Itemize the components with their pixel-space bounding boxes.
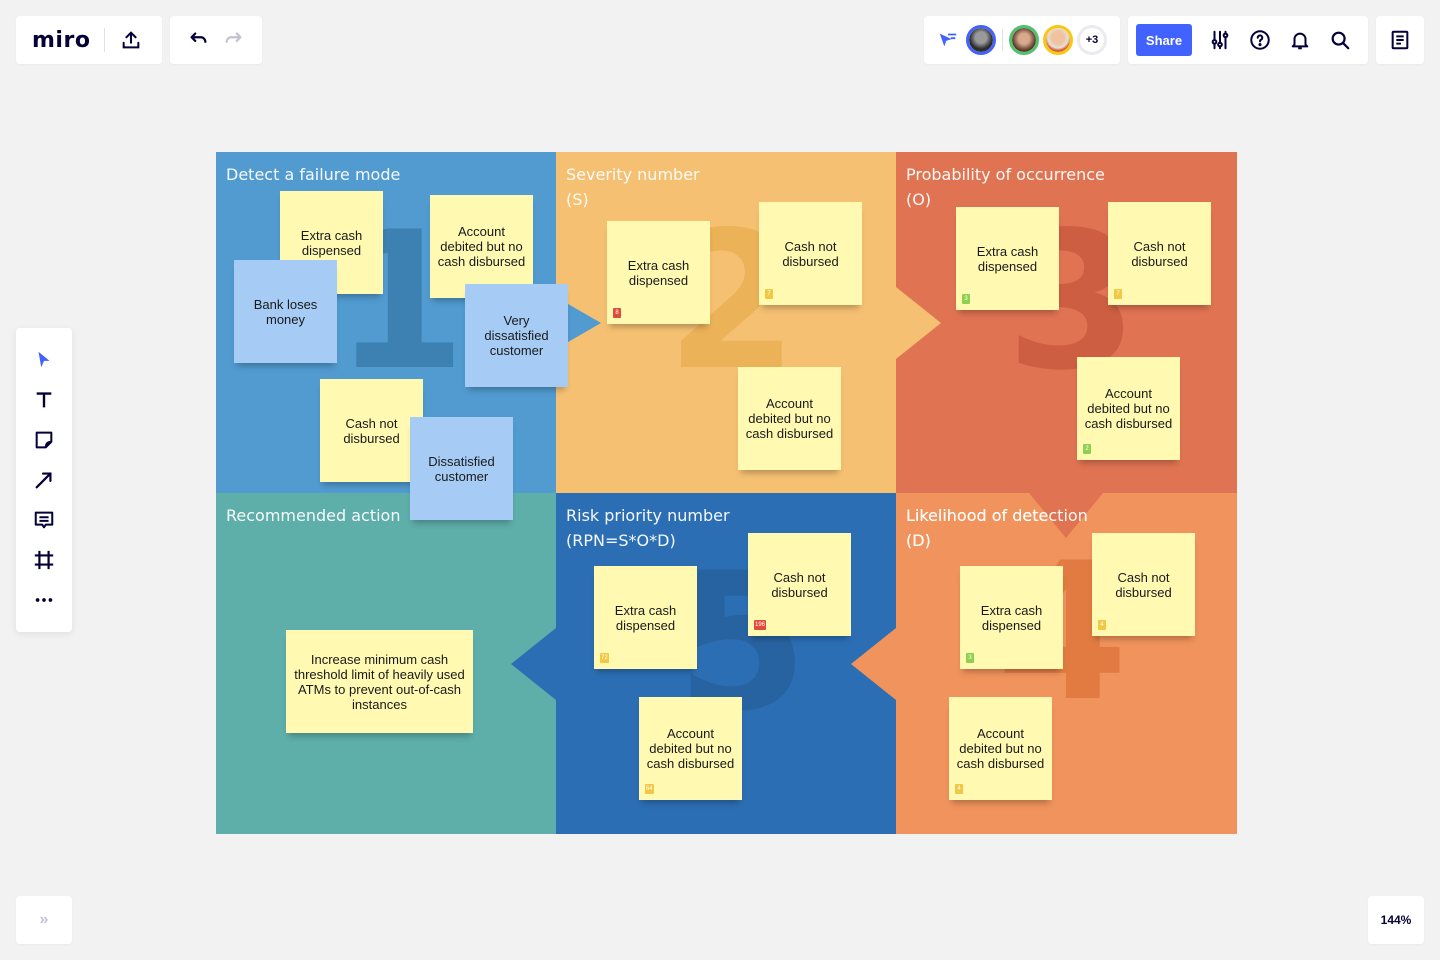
connection-line-tool[interactable]	[28, 464, 60, 496]
quadrant-title: Risk priority number (RPN=S*O*D)	[566, 506, 730, 550]
score-badge: 7	[1114, 289, 1122, 299]
collaborator-avatar[interactable]	[1043, 25, 1073, 55]
fmea-board: 1 Detect a failure mode 2 Severity numbe…	[216, 152, 1237, 834]
collaborator-avatar[interactable]	[1009, 25, 1039, 55]
expand-panel-button[interactable]: »	[16, 896, 72, 944]
search-icon	[1331, 31, 1350, 50]
bell-icon	[1291, 32, 1309, 50]
score-badge: 3	[966, 653, 974, 663]
score-badge: 4	[1098, 620, 1106, 630]
undo-icon	[190, 32, 207, 43]
cursor-icon	[38, 351, 50, 368]
help-icon	[1250, 30, 1270, 50]
redo-button[interactable]	[218, 24, 250, 56]
score-badge: 64	[645, 784, 654, 794]
score-badge: 4	[955, 784, 963, 794]
sticky-note[interactable]: Account debited but no cash disbursed	[430, 195, 533, 298]
sticky-note[interactable]: Cash not disbursed 4	[1092, 533, 1195, 636]
redo-icon	[225, 32, 242, 43]
quadrant-title: Severity number (S)	[566, 165, 700, 209]
sticky-note[interactable]: Dissatisfied customer	[410, 417, 513, 520]
flow-arrow-right	[896, 287, 941, 359]
sticky-note-tool[interactable]	[28, 424, 60, 456]
text-icon	[36, 392, 52, 408]
sticky-note[interactable]: Extra cash dispensed 72	[594, 566, 697, 669]
score-badge: 2	[1083, 444, 1091, 454]
score-badge: 3	[962, 294, 970, 304]
double-chevron-right-icon: »	[39, 911, 49, 928]
sticky-note[interactable]: Cash not disbursed 7	[1108, 202, 1211, 305]
sliders-icon	[1211, 30, 1229, 50]
sticky-note[interactable]: Cash not disbursed	[320, 379, 423, 482]
help-button[interactable]	[1244, 24, 1276, 56]
comment-icon	[34, 511, 54, 529]
flow-arrow-left	[511, 628, 556, 700]
sticky-note[interactable]: Extra cash dispensed 3	[960, 566, 1063, 669]
quadrant-title: Recommended action	[226, 506, 401, 525]
cursors-toggle-button[interactable]	[934, 24, 962, 56]
score-badge: 7	[765, 289, 773, 299]
sticky-note[interactable]: Account debited but no cash disbursed	[738, 367, 841, 470]
divider	[104, 28, 106, 52]
score-badge: 196	[754, 620, 767, 630]
sticky-note[interactable]: Account debited but no cash disbursed 64	[639, 697, 742, 800]
sticky-note[interactable]: Increase minimum cash threshold limit of…	[286, 630, 473, 733]
export-button[interactable]	[115, 24, 147, 56]
comment-tool[interactable]	[28, 504, 60, 536]
zoom-level-button[interactable]: 144%	[1368, 896, 1424, 944]
sticky-note-icon	[35, 431, 53, 449]
notes-panel	[1376, 16, 1424, 64]
sticky-note[interactable]: Account debited but no cash disbursed 2	[1077, 357, 1180, 460]
sticky-note[interactable]: Cash not disbursed 7	[759, 202, 862, 305]
quadrant-title: Probability of occurrence (O)	[906, 165, 1105, 209]
sticky-note[interactable]: Cash not disbursed 196	[748, 533, 851, 636]
document-icon	[1391, 30, 1409, 50]
miro-logo[interactable]: miro	[32, 28, 90, 53]
collaborators-panel: +3	[924, 16, 1120, 64]
text-tool[interactable]	[28, 384, 60, 416]
zoom-level-text: 144%	[1380, 913, 1412, 927]
settings-button[interactable]	[1204, 24, 1236, 56]
board-notes-button[interactable]	[1384, 24, 1416, 56]
quadrant-title: Detect a failure mode	[226, 165, 401, 184]
sticky-note[interactable]: Very dissatisfied customer	[465, 284, 568, 387]
history-panel	[170, 16, 262, 64]
board-tools-panel: Share	[1128, 16, 1368, 64]
more-collaborators-count[interactable]: +3	[1077, 25, 1107, 55]
score-badge: 8	[613, 308, 621, 318]
more-tools-button[interactable]	[28, 584, 60, 616]
notifications-button[interactable]	[1284, 24, 1316, 56]
sticky-note[interactable]: Account debited but no cash disbursed 4	[949, 697, 1052, 800]
arrow-icon	[35, 472, 52, 489]
cursor-follow-icon	[939, 33, 957, 47]
sticky-note[interactable]: Bank loses money	[234, 260, 337, 363]
frame-tool[interactable]	[28, 544, 60, 576]
main-menu-panel: miro	[16, 16, 162, 64]
collaborator-avatar[interactable]	[966, 25, 996, 55]
creation-toolbar	[16, 328, 72, 632]
select-tool[interactable]	[28, 344, 60, 376]
divider	[1002, 29, 1003, 51]
score-badge: 72	[600, 653, 609, 663]
upload-icon	[123, 31, 140, 49]
sticky-note[interactable]: Extra cash dispensed 3	[956, 207, 1059, 310]
frame-icon	[34, 550, 54, 570]
search-button[interactable]	[1324, 24, 1356, 56]
more-icon	[35, 598, 53, 602]
quadrant-title-overlay: Likelihood of detection (D)	[906, 506, 1088, 550]
flow-arrow-left	[851, 628, 896, 700]
undo-button[interactable]	[182, 24, 214, 56]
share-button[interactable]: Share	[1136, 24, 1192, 56]
sticky-note[interactable]: Extra cash dispensed 8	[607, 221, 710, 324]
